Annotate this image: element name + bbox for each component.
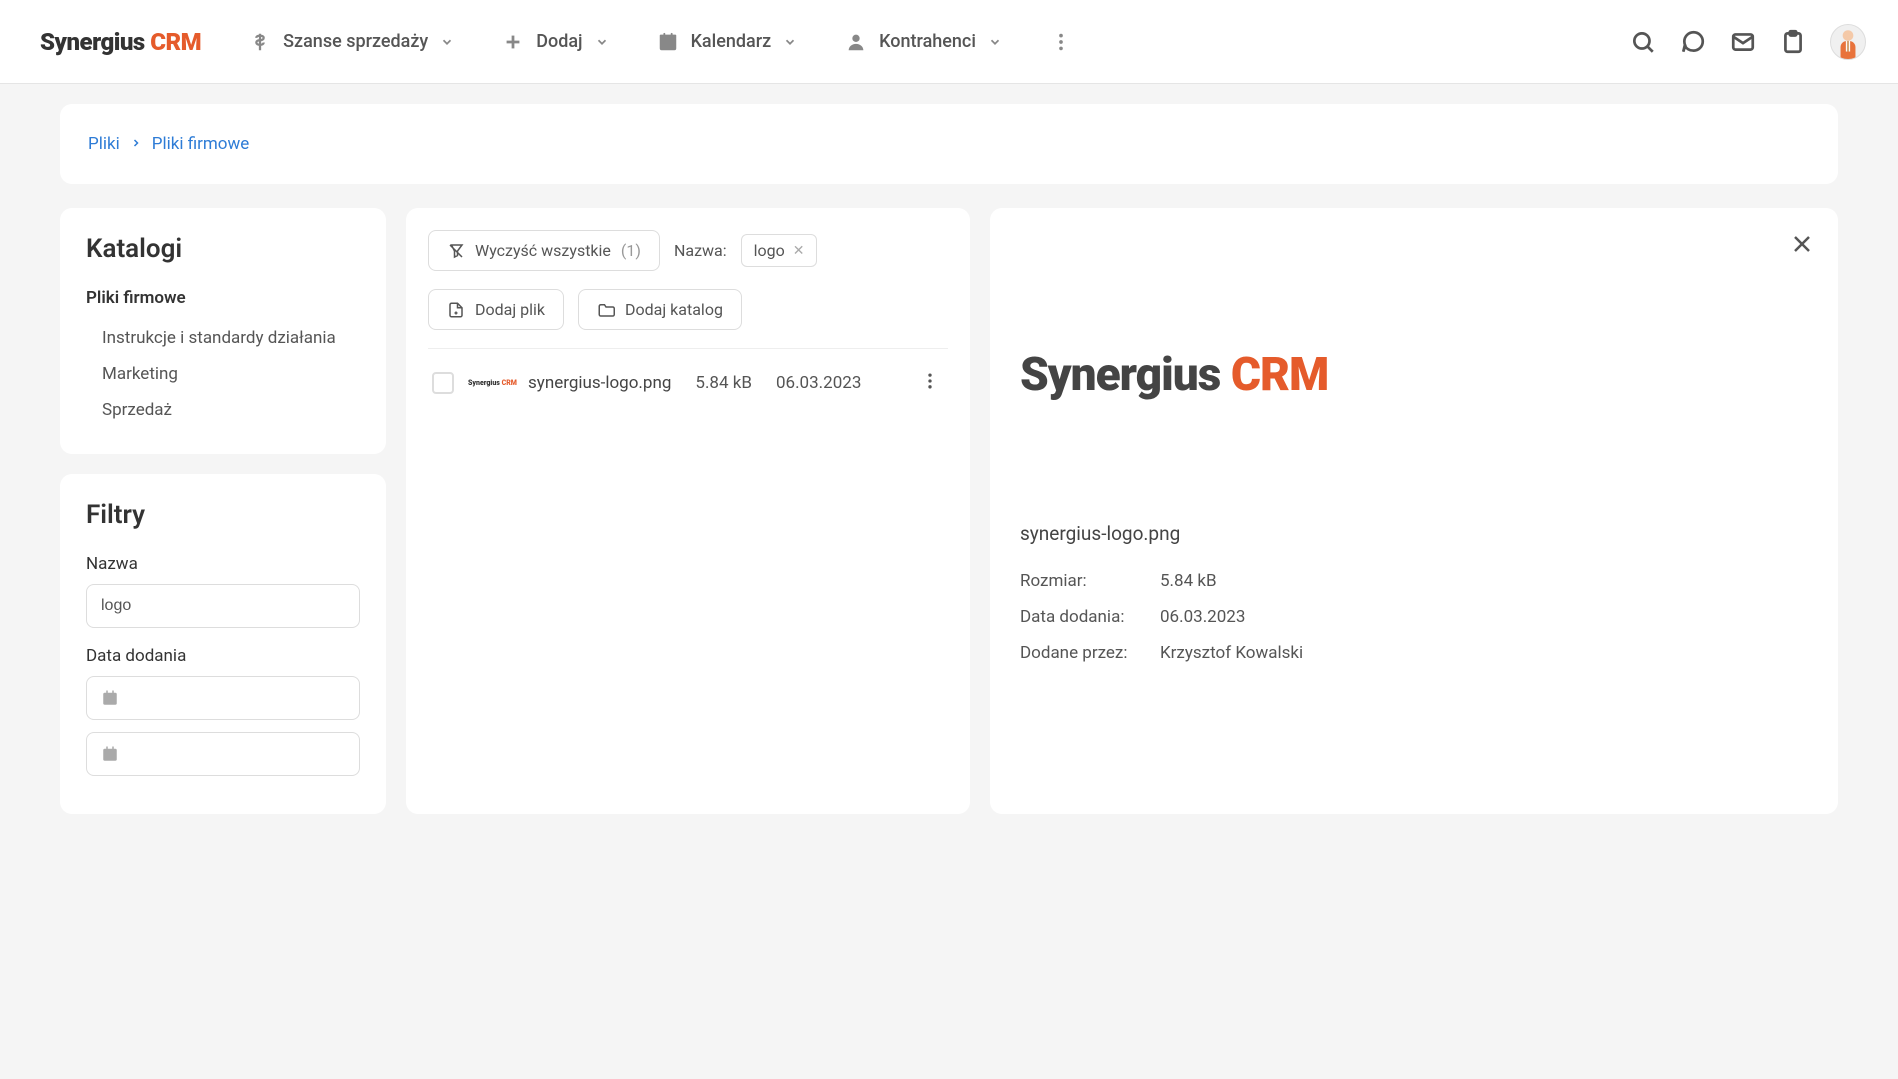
nav-add-label: Dodaj — [536, 31, 582, 52]
filter-date-label: Data dodania — [86, 646, 360, 666]
nav-calendar[interactable]: Kalendarz — [657, 31, 798, 53]
nav-contractors-label: Kontrahenci — [879, 31, 976, 52]
filter-off-icon — [447, 242, 465, 260]
calendar-icon — [101, 745, 119, 763]
add-file-label: Dodaj plik — [475, 300, 545, 319]
detail-size-row: Rozmiar: 5.84 kB — [1020, 571, 1808, 591]
filter-chip[interactable]: logo ✕ — [741, 234, 818, 267]
filter-date-from[interactable] — [86, 676, 360, 720]
detail-date-row: Data dodania: 06.03.2023 — [1020, 607, 1808, 627]
filters-heading: Filtry — [86, 500, 360, 530]
file-date: 06.03.2023 — [776, 373, 861, 393]
add-folder-button[interactable]: Dodaj katalog — [578, 289, 742, 330]
breadcrumb-root[interactable]: Pliki — [88, 134, 120, 154]
breadcrumb-card: Pliki Pliki firmowe — [60, 104, 1838, 184]
app-header: Synergius CRM Szanse sprzedaży Dodaj Kal… — [0, 0, 1898, 84]
file-size: 5.84 kB — [695, 373, 752, 393]
detail-author-row: Dodane przez: Krzysztof Kowalski — [1020, 643, 1808, 663]
clear-filters-count: (1) — [621, 241, 641, 260]
catalogs-panel: Katalogi Pliki firmowe Instrukcje i stan… — [60, 208, 386, 454]
detail-size-value: 5.84 kB — [1160, 571, 1217, 591]
clear-filters-button[interactable]: Wyczyść wszystkie (1) — [428, 230, 660, 271]
chevron-down-icon — [595, 35, 609, 49]
user-avatar[interactable] — [1830, 24, 1866, 60]
nav-sales[interactable]: Szanse sprzedaży — [249, 31, 454, 53]
detail-size-label: Rozmiar: — [1020, 571, 1140, 591]
catalog-item[interactable]: Marketing — [86, 356, 360, 392]
chevron-down-icon — [988, 35, 1002, 49]
logo-text: Synergius — [40, 28, 145, 56]
file-row[interactable]: Synergius CRM synergius-logo.png 5.84 kB… — [428, 348, 948, 399]
detail-author-value: Krzysztof Kowalski — [1160, 643, 1303, 663]
mail-button[interactable] — [1730, 29, 1756, 55]
folder-icon — [597, 301, 615, 319]
avatar-icon — [1835, 27, 1861, 59]
clipboard-icon — [1780, 29, 1806, 55]
file-detail-panel: Synergius CRM synergius-logo.png Rozmiar… — [990, 208, 1838, 814]
nav-add[interactable]: Dodaj — [502, 31, 608, 53]
add-file-button[interactable]: Dodaj plik — [428, 289, 564, 330]
search-icon — [1630, 29, 1656, 55]
breadcrumb: Pliki Pliki firmowe — [88, 134, 1810, 154]
app-logo: Synergius CRM — [40, 28, 201, 56]
file-checkbox[interactable] — [432, 372, 454, 394]
dollar-icon — [249, 31, 271, 53]
clipboard-button[interactable] — [1780, 29, 1806, 55]
catalog-item[interactable]: Instrukcje i standardy działania — [86, 320, 360, 356]
filter-name-input[interactable] — [86, 584, 360, 628]
calendar-icon — [657, 31, 679, 53]
preview-logo-text: Synergius — [1020, 348, 1220, 402]
chevron-right-icon — [130, 134, 142, 154]
file-preview: Synergius CRM — [1020, 348, 1808, 402]
detail-date-value: 06.03.2023 — [1160, 607, 1245, 627]
file-more-button[interactable] — [916, 367, 944, 399]
catalog-root[interactable]: Pliki firmowe — [86, 288, 360, 308]
breadcrumb-current[interactable]: Pliki firmowe — [152, 134, 250, 154]
filter-chip-value: logo — [754, 241, 785, 260]
close-icon — [1790, 232, 1814, 256]
chevron-down-icon — [783, 35, 797, 49]
catalog-list: Instrukcje i standardy działania Marketi… — [86, 320, 360, 428]
filters-panel: Filtry Nazwa Data dodania — [60, 474, 386, 814]
filter-name-label: Nazwa — [86, 554, 360, 574]
chat-icon — [1680, 29, 1706, 55]
header-actions — [1630, 24, 1866, 60]
filter-chip-label: Nazwa: — [674, 241, 727, 260]
calendar-icon — [101, 689, 119, 707]
file-name: synergius-logo.png — [528, 373, 671, 393]
mail-icon — [1730, 29, 1756, 55]
nav-contractors[interactable]: Kontrahenci — [845, 31, 1002, 53]
detail-file-name: synergius-logo.png — [1020, 522, 1808, 545]
chevron-down-icon — [440, 35, 454, 49]
nav-sales-label: Szanse sprzedaży — [283, 31, 428, 52]
search-button[interactable] — [1630, 29, 1656, 55]
close-detail-button[interactable] — [1790, 232, 1814, 260]
file-thumbnail: Synergius CRM — [468, 376, 514, 390]
nav-calendar-label: Kalendarz — [691, 31, 772, 52]
catalog-item[interactable]: Sprzedaż — [86, 392, 360, 428]
clear-filters-label: Wyczyść wszystkie — [475, 241, 611, 260]
nav-more[interactable] — [1050, 31, 1072, 53]
logo-suffix: CRM — [150, 28, 201, 56]
preview-logo-suffix: CRM — [1231, 348, 1329, 402]
file-list-panel: Wyczyść wszystkie (1) Nazwa: logo ✕ Doda… — [406, 208, 970, 814]
plus-icon — [502, 31, 524, 53]
add-folder-label: Dodaj katalog — [625, 300, 723, 319]
close-icon[interactable]: ✕ — [793, 243, 805, 259]
more-vertical-icon — [1050, 31, 1072, 53]
person-icon — [845, 31, 867, 53]
catalogs-heading: Katalogi — [86, 234, 360, 264]
more-vertical-icon — [920, 371, 940, 391]
detail-date-label: Data dodania: — [1020, 607, 1140, 627]
chat-button[interactable] — [1680, 29, 1706, 55]
file-add-icon — [447, 301, 465, 319]
filter-date-to[interactable] — [86, 732, 360, 776]
detail-author-label: Dodane przez: — [1020, 643, 1140, 663]
